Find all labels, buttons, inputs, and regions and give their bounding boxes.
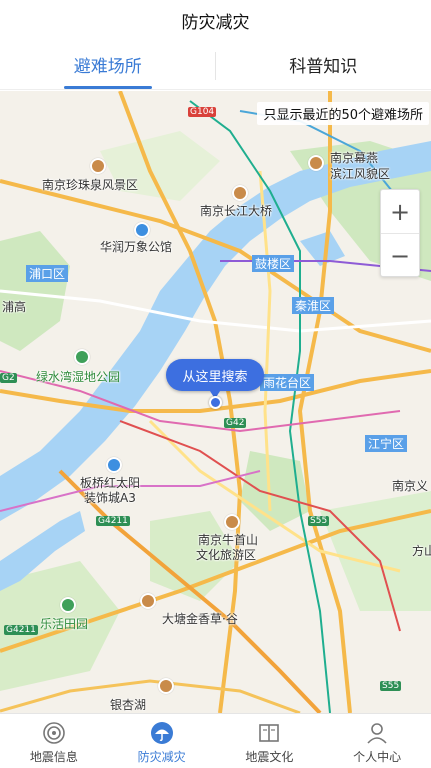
map-label-zhenzhuquan: 南京珍珠泉风景区: [42, 178, 139, 192]
map-label-gulou-district: 鼓楼区: [252, 255, 295, 272]
road-shield-g4211-b: G4211: [4, 625, 38, 635]
tab-science-label: 科普知识: [289, 57, 358, 77]
map-label-pugao: 浦高: [2, 300, 27, 314]
tab-shelters-label: 避难场所: [73, 57, 142, 77]
poi-icon[interactable]: [308, 155, 324, 171]
map-label-lehuo: 乐活田园: [40, 617, 89, 631]
nav-profile[interactable]: 个人中心: [323, 714, 431, 768]
nav-earthquake-culture[interactable]: 地震文化: [216, 714, 324, 768]
map-label-yangtze-bridge: 南京长江大桥: [200, 204, 273, 218]
poi-icon[interactable]: [60, 597, 76, 613]
nav-earthquake-info[interactable]: 地震信息: [0, 714, 108, 768]
title-bar: 防灾减灾: [0, 0, 431, 40]
map-label-huarun: 华润万象公馆: [100, 240, 173, 254]
map-label-binjiang: 滨江风貌区: [330, 167, 391, 181]
nav-earthquake-info-label: 地震信息: [29, 750, 78, 764]
poi-icon[interactable]: [134, 222, 150, 238]
nearest-shelters-notice: 只显示最近的50个避难场所: [257, 102, 429, 125]
poi-icon[interactable]: [90, 158, 106, 174]
tab-divider: [215, 52, 216, 80]
poi-icon[interactable]: [140, 593, 156, 609]
nav-earthquake-culture-label: 地震文化: [245, 750, 294, 764]
person-icon: [364, 720, 390, 746]
search-here-button[interactable]: 从这里搜索: [166, 359, 264, 399]
active-tab-indicator: [63, 86, 152, 89]
map-label-muyan: 南京幕燕: [330, 151, 379, 165]
road-shield-s55-a: S55: [308, 516, 330, 526]
app-screen: 防灾减灾 避难场所 科普知识 只显示最近的50个避难场所 + − G104 G4…: [0, 0, 431, 768]
map-label-nanjing-partial: 南京义: [392, 479, 429, 493]
map-label-pukou-district: 浦口区: [26, 265, 69, 282]
umbrella-icon: [149, 720, 175, 746]
poi-icon[interactable]: [224, 514, 240, 530]
tab-shelters[interactable]: 避难场所: [0, 40, 216, 89]
tab-science[interactable]: 科普知识: [216, 40, 431, 89]
map-label-yuhuatai-district: 雨花台区: [260, 374, 315, 391]
nav-profile-label: 个人中心: [353, 750, 402, 764]
zoom-control: + −: [380, 189, 420, 277]
book-icon: [256, 720, 282, 746]
radar-icon: [41, 720, 67, 746]
map-label-lvshuiwan: 绿水湾湿地公园: [36, 370, 121, 384]
nav-disaster-prevention-label: 防灾减灾: [137, 750, 186, 764]
map-label-zhuangshicheng: 装饰城A3: [84, 491, 136, 505]
map-label-yinxinghu: 银杏湖: [110, 698, 147, 712]
road-shield-g104: G104: [188, 107, 217, 117]
map-label-qinhuai-district: 秦淮区: [292, 297, 335, 314]
bottom-navigation: 地震信息 防灾减灾 地震文化 个人中心: [0, 713, 431, 768]
map-label-wenhua-lvyou: 文化旅游区: [196, 548, 257, 562]
poi-icon[interactable]: [158, 678, 174, 694]
location-pin-icon: [209, 396, 222, 409]
poi-icon[interactable]: [232, 185, 248, 201]
map-label-datang: 大塘金香草·谷: [162, 612, 238, 626]
poi-icon[interactable]: [106, 457, 122, 473]
map-view[interactable]: 只显示最近的50个避难场所 + − G104 G42 G4211 G4211 S…: [0, 91, 431, 713]
road-shield-g4211-a: G4211: [96, 516, 130, 526]
road-shield-g2: G2: [0, 373, 17, 383]
zoom-in-button[interactable]: +: [381, 190, 419, 234]
poi-icon[interactable]: [74, 349, 90, 365]
road-shield-s55-b: S55: [380, 681, 402, 691]
map-label-fangshan: 方山: [412, 544, 431, 558]
zoom-out-button[interactable]: −: [381, 234, 419, 278]
map-label-jiangning-district: 江宁区: [365, 435, 408, 452]
nav-disaster-prevention[interactable]: 防灾减灾: [108, 714, 216, 768]
road-shield-g42: G42: [224, 418, 247, 428]
page-title: 防灾减灾: [181, 12, 250, 33]
